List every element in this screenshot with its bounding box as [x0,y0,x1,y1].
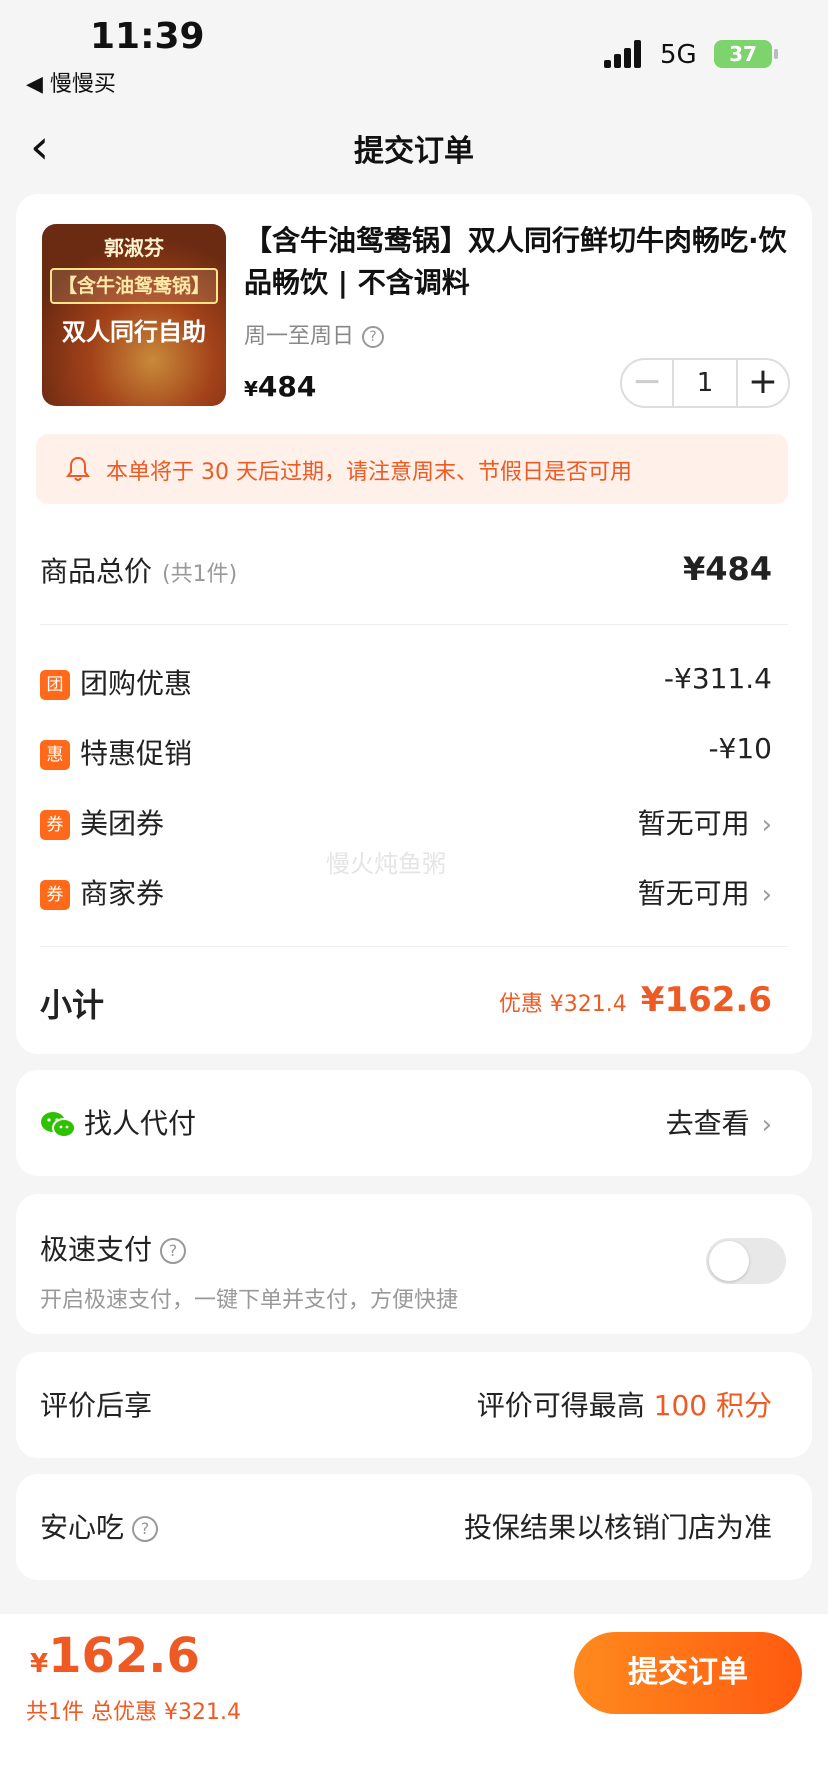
page-title: 提交订单 [354,134,474,169]
fast-pay-description: 开启极速支付，一键下单并支付，方便快捷 [40,1288,459,1313]
price-symbol: ¥ [244,377,258,401]
pay-for-me-text: 找人代付 [84,1107,197,1140]
product-image[interactable]: 郭淑芬 【含牛油鸳鸯锅】 双人同行自助 [42,224,226,406]
safe-label-text: 安心吃 [40,1511,125,1544]
quantity-value: 1 [672,360,738,406]
coupon-status: 暂无可用 › [638,802,772,842]
review-label: 评价后享 [40,1389,153,1422]
product-image-subtitle: 双人同行自助 [62,318,206,346]
back-to-app-link[interactable]: ◀ 慢慢买 [26,66,116,98]
review-reward: 评价可得最高 100 积分 [477,1384,772,1424]
total-label: 商品总价 (共1件) [40,550,237,590]
pay-for-me-card[interactable]: 找人代付 去查看 › [16,1070,812,1176]
quantity-stepper[interactable]: − 1 + [620,358,790,408]
order-card: 郭淑芬 【含牛油鸳鸯锅】 双人同行自助 【含牛油鸳鸯锅】双人同行鲜切牛肉畅吃·饮… [16,194,812,1054]
review-card: 评价后享 评价可得最高 100 积分 [16,1352,812,1458]
total-count: (共1件) [162,562,238,587]
coupon-row-meituan[interactable]: 券美团券 暂无可用 › [40,802,772,842]
safe-row: 安心吃? 投保结果以核销门店为准 [40,1506,772,1550]
coupon-badge: 券 [40,810,70,840]
status-bar: 11:39 ◀ 慢慢买 5G 37 [0,0,828,100]
discount-label: 惠特惠促销 [40,732,192,772]
watermark: 慢火炖鱼粥 [326,850,446,878]
product-image-brand: 郭淑芬 [104,236,164,260]
subtotal-discount: 优惠 ¥321.4 [498,992,627,1017]
pay-for-me-action[interactable]: 去查看 › [666,1102,772,1142]
discount-label: 券美团券 [40,802,164,842]
coupon-status-text: 暂无可用 [637,807,750,840]
discount-label-text: 商家券 [80,877,165,910]
discount-label-text: 美团券 [80,807,165,840]
discount-label: 团团购优惠 [40,662,192,702]
safe-text: 投保结果以核销门店为准 [463,1511,772,1544]
discount-label-text: 特惠促销 [80,737,193,770]
review-reward-points: 100 积分 [653,1389,772,1422]
bottom-total-value: 162.6 [48,1628,200,1684]
coupon-status-text: 暂无可用 [637,877,750,910]
pay-for-me-label: 找人代付 [40,1102,196,1142]
question-icon[interactable]: ? [160,1238,187,1264]
bottom-bar: ¥162.6 共1件 总优惠 ¥321.4 提交订单 [0,1614,828,1792]
subtotal-label: 小计 [40,986,105,1024]
chevron-right-icon: › [761,1110,772,1140]
fast-pay-label: 极速支付? [40,1228,187,1268]
product-availability: 周一至周日? [244,318,385,350]
subtotal-row: 小计 优惠 ¥321.4 ¥162.6 [40,980,772,1024]
review-reward-text: 评价可得最高 [476,1389,654,1422]
safe-label: 安心吃? [40,1506,159,1546]
subtotal-values: 优惠 ¥321.4 ¥162.6 [499,980,772,1020]
wechat-icon [41,1112,76,1138]
divider [40,624,788,625]
battery-icon: 37 [714,40,778,68]
expiry-notice-text: 本单将于 30 天后过期，请注意周末、节假日是否可用 [106,460,632,485]
chevron-right-icon: › [761,880,772,910]
special-offer-badge: 惠 [40,740,70,770]
minus-icon[interactable]: − [622,360,672,406]
fast-pay-card: 极速支付? 开启极速支付，一键下单并支付，方便快捷 [16,1194,812,1334]
bell-icon [66,456,90,481]
total-row: 商品总价 (共1件) ¥484 [40,550,772,590]
product-price: ¥484 [244,370,316,403]
pay-for-me-row[interactable]: 找人代付 去查看 › [40,1102,772,1146]
bottom-total-summary: 共1件 总优惠 ¥321.4 [26,1700,241,1725]
review-row: 评价后享 评价可得最高 100 积分 [40,1384,772,1428]
discount-value: -¥311.4 [663,662,772,695]
divider [40,946,788,947]
nav-bar: ‹ 提交订单 [0,110,828,184]
signal-icon [604,40,648,68]
product-days-label: 周一至周日 [244,324,355,349]
discount-label: 券商家券 [40,872,164,912]
plus-icon[interactable]: + [738,360,788,406]
fast-pay-toggle[interactable] [706,1238,786,1284]
question-icon[interactable]: ? [132,1516,159,1542]
discount-label-text: 团购优惠 [80,667,193,700]
network-label: 5G [660,40,697,70]
total-label-text: 商品总价 [40,555,153,588]
bottom-total-price: ¥162.6 [30,1628,200,1684]
expiry-notice: 本单将于 30 天后过期，请注意周末、节假日是否可用 [36,434,788,504]
subtotal-value: ¥162.6 [640,980,772,1020]
discount-row: 惠特惠促销 -¥10 [40,732,772,772]
submit-order-button[interactable]: 提交订单 [574,1632,802,1714]
fast-pay-label-text: 极速支付 [40,1233,153,1266]
status-time: 11:39 [90,16,205,57]
coupon-badge: 券 [40,880,70,910]
product-image-tag: 【含牛油鸳鸯锅】 [50,268,218,304]
discount-value: -¥10 [708,732,772,765]
coupon-status: 暂无可用 › [638,872,772,912]
chevron-right-icon: › [761,810,772,840]
discount-row: 团团购优惠 -¥311.4 [40,662,772,702]
pay-for-me-action-text: 去查看 [665,1107,750,1140]
group-buy-badge: 团 [40,670,70,700]
product-price-value: 484 [257,370,317,403]
question-icon[interactable]: ? [362,326,385,348]
safe-card: 安心吃? 投保结果以核销门店为准 [16,1474,812,1580]
product-title: 【含牛油鸳鸯锅】双人同行鲜切牛肉畅吃·饮品畅饮 | 不含调料 [244,224,787,299]
total-value: ¥484 [682,550,772,588]
price-symbol: ¥ [30,1649,49,1679]
